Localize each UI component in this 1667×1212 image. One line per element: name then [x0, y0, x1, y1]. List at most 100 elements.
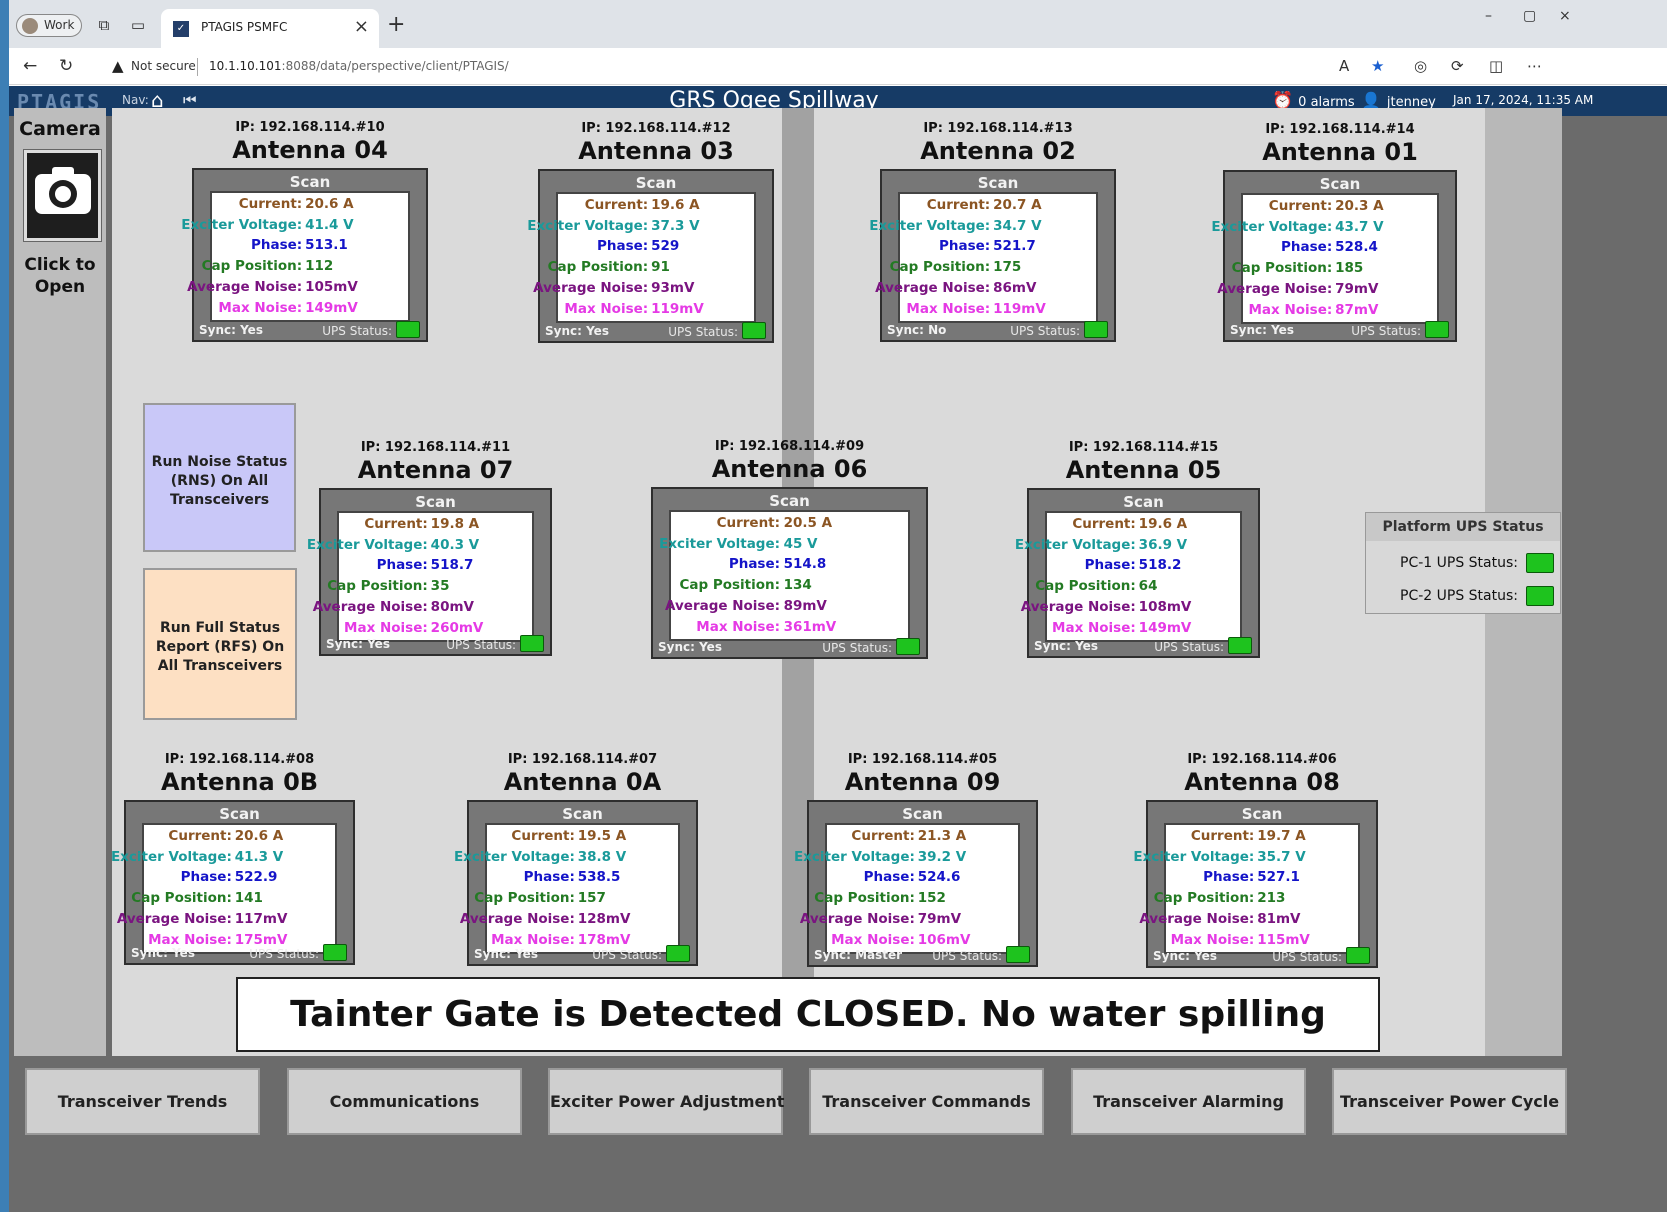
antenna-04-card[interactable]: IP: 192.168.114.#10 Antenna 04 Scan Current…	[181, 120, 428, 342]
readings-box: Current: 19.6 A Exciter Voltage: 36.9 V Phas…	[1015, 511, 1242, 642]
sync-status: Sync: Yes	[199, 323, 263, 337]
current-value: 20.5 A	[783, 515, 833, 531]
phase-label: Phase:	[523, 869, 575, 886]
ups-status-indicator	[1006, 946, 1030, 963]
scan-button[interactable]: Scan	[540, 174, 772, 192]
transceiver-trends-button[interactable]: Transceiver Trends	[25, 1068, 260, 1135]
not-secure-label[interactable]: Not secure	[131, 59, 196, 73]
antenna-panel: Scan Current: 19.6 A Exciter Voltage: 36.9 V…	[1015, 488, 1260, 658]
scan-button[interactable]: Scan	[809, 805, 1036, 823]
camera-panel: Camera Click to Open	[14, 108, 106, 1056]
favorite-star-icon[interactable]: ★	[1371, 57, 1384, 75]
max-label: Max Noise:	[1170, 931, 1255, 948]
refresh-extension-icon[interactable]: ⟳	[1451, 57, 1464, 75]
exciter-label: Exciter Voltage:	[659, 535, 781, 552]
maximize-icon[interactable]: ▢	[1523, 8, 1536, 24]
avg-label: Average Noise:	[533, 279, 649, 296]
antenna-03-card[interactable]: IP: 192.168.114.#12 Antenna 03 Scan Current…	[527, 121, 774, 343]
max-label: Max Noise:	[1248, 301, 1333, 318]
cap-row: Cap Position: 112	[202, 258, 408, 278]
scan-button[interactable]: Scan	[469, 805, 696, 823]
antenna-01-card[interactable]: IP: 192.168.114.#14 Antenna 01 Scan Current…	[1211, 122, 1457, 342]
antenna-0b-card[interactable]: IP: 192.168.114.#08 Antenna 0B Scan Current…	[111, 752, 355, 965]
tab-actions-icon[interactable]: ▭	[129, 16, 147, 34]
camera-title: Camera	[19, 118, 101, 140]
avg-row: Average Noise: 80mV	[313, 599, 532, 619]
cap-value: 64	[1138, 578, 1158, 595]
more-menu-icon[interactable]: ⋯	[1527, 57, 1542, 75]
antenna-ip: IP: 192.168.114.#10	[235, 120, 385, 135]
cap-row: Cap Position: 141	[131, 890, 335, 910]
readings-box: Current: 20.5 A Exciter Voltage: 45 V Phase:…	[659, 510, 910, 641]
collections-icon[interactable]: ⧉	[95, 16, 113, 34]
transceiver-power-cycle-button[interactable]: Transceiver Power Cycle	[1332, 1068, 1567, 1135]
communications-button[interactable]: Communications	[287, 1068, 522, 1135]
url-field[interactable]: 10.1.10.101:8088/data/perspective/client…	[209, 59, 509, 73]
cap-row: Cap Position: 152	[814, 890, 1018, 910]
current-value: 21.3 A	[917, 828, 967, 844]
tab-bar: Work ⧉ ▭ ✓ PTAGIS PSMFC × + – ▢ ×	[9, 0, 1667, 48]
antenna-09-card[interactable]: IP: 192.168.114.#05 Antenna 09 Scan Current…	[794, 752, 1038, 967]
scan-button[interactable]: Scan	[194, 173, 426, 191]
url-host: 10.1.10.101	[209, 59, 282, 73]
tab-ptagis[interactable]: ✓ PTAGIS PSMFC ×	[161, 9, 379, 48]
camera-open-label[interactable]: Click to Open	[14, 254, 106, 298]
antenna-08-card[interactable]: IP: 192.168.114.#06 Antenna 08 Scan Current…	[1133, 752, 1378, 968]
extension-icon[interactable]: ◎	[1414, 57, 1427, 75]
antenna-07-card[interactable]: IP: 192.168.114.#11 Antenna 07 Scan Current…	[307, 440, 552, 656]
scan-button[interactable]: Scan	[321, 493, 550, 511]
readings-box: Current: 20.6 A Exciter Voltage: 41.3 V Phas…	[111, 823, 337, 954]
scan-button[interactable]: Scan	[1148, 805, 1376, 823]
antenna-05-card[interactable]: IP: 192.168.114.#15 Antenna 05 Scan Current…	[1015, 440, 1260, 658]
scan-button[interactable]: Scan	[1029, 493, 1258, 511]
phase-value: 524.6	[917, 869, 961, 886]
antenna-panel: Scan Current: 20.6 A Exciter Voltage: 41.3 V…	[111, 800, 355, 965]
refresh-icon[interactable]: ↻	[59, 56, 73, 76]
read-aloud-icon[interactable]: A	[1339, 57, 1349, 75]
phase-value: 538.5	[577, 869, 621, 886]
profile-button[interactable]: Work	[16, 14, 82, 37]
antenna-name: Antenna 02	[920, 137, 1076, 165]
max-value: 178mV	[577, 931, 631, 948]
transceiver-commands-button[interactable]: Transceiver Commands	[809, 1068, 1044, 1135]
back-icon[interactable]: ←	[23, 56, 37, 76]
antenna-02-card[interactable]: IP: 192.168.114.#13 Antenna 02 Scan Current…	[869, 121, 1116, 342]
exciter-value: 36.9 V	[1138, 536, 1188, 553]
camera-button[interactable]	[24, 150, 101, 241]
platform-ups-title: Platform UPS Status	[1366, 513, 1560, 541]
exciter-value: 41.3 V	[234, 848, 284, 865]
scan-button[interactable]: Scan	[1225, 175, 1455, 193]
footer-nav: Transceiver Trends Communications Excite…	[9, 1056, 1667, 1212]
antenna-name: Antenna 09	[844, 768, 1001, 796]
phase-label: Phase:	[596, 238, 649, 255]
phase-row: Phase: 521.7	[900, 238, 1096, 258]
avg-value: 79mV	[917, 910, 962, 927]
ups-status-label: UPS Status:	[249, 947, 319, 961]
minimize-icon[interactable]: –	[1485, 8, 1492, 24]
scan-button[interactable]: Scan	[882, 174, 1114, 192]
new-tab-icon[interactable]: +	[387, 12, 405, 37]
avg-label: Average Noise:	[665, 597, 781, 614]
ups-status-label: UPS Status:	[446, 638, 516, 652]
antenna-06-card[interactable]: IP: 192.168.114.#09 Antenna 06 Scan Current…	[651, 439, 928, 659]
exciter-row: Exciter Voltage: 34.7 V	[869, 218, 1096, 238]
cap-value: 141	[234, 890, 263, 907]
avg-row: Average Noise: 93mV	[533, 280, 754, 300]
transceiver-alarming-button[interactable]: Transceiver Alarming	[1071, 1068, 1306, 1135]
exciter-power-adjustment-button[interactable]: Exciter Power Adjustment	[548, 1068, 784, 1135]
antenna-name: Antenna 07	[357, 456, 514, 484]
antenna-0a-card[interactable]: IP: 192.168.114.#07 Antenna 0A Scan Current…	[454, 752, 698, 966]
scan-button[interactable]: Scan	[126, 805, 353, 823]
cap-value: 175	[993, 259, 1022, 276]
scan-button[interactable]: Scan	[653, 492, 926, 510]
run-noise-status-button[interactable]: Run Noise Status (RNS) On All Transceive…	[143, 403, 296, 552]
run-full-status-button[interactable]: Run Full Status Report (RFS) On All Tran…	[143, 568, 297, 720]
split-screen-icon[interactable]: ◫	[1489, 57, 1503, 75]
warning-icon[interactable]: ▲	[112, 57, 124, 75]
close-window-icon[interactable]: ×	[1559, 8, 1571, 24]
max-row: Max Noise: 149mV	[212, 300, 408, 320]
avg-value: 117mV	[234, 910, 288, 927]
ups-status-label: UPS Status:	[668, 325, 738, 339]
close-tab-icon[interactable]: ×	[354, 16, 369, 37]
avg-label: Average Noise:	[875, 279, 991, 296]
